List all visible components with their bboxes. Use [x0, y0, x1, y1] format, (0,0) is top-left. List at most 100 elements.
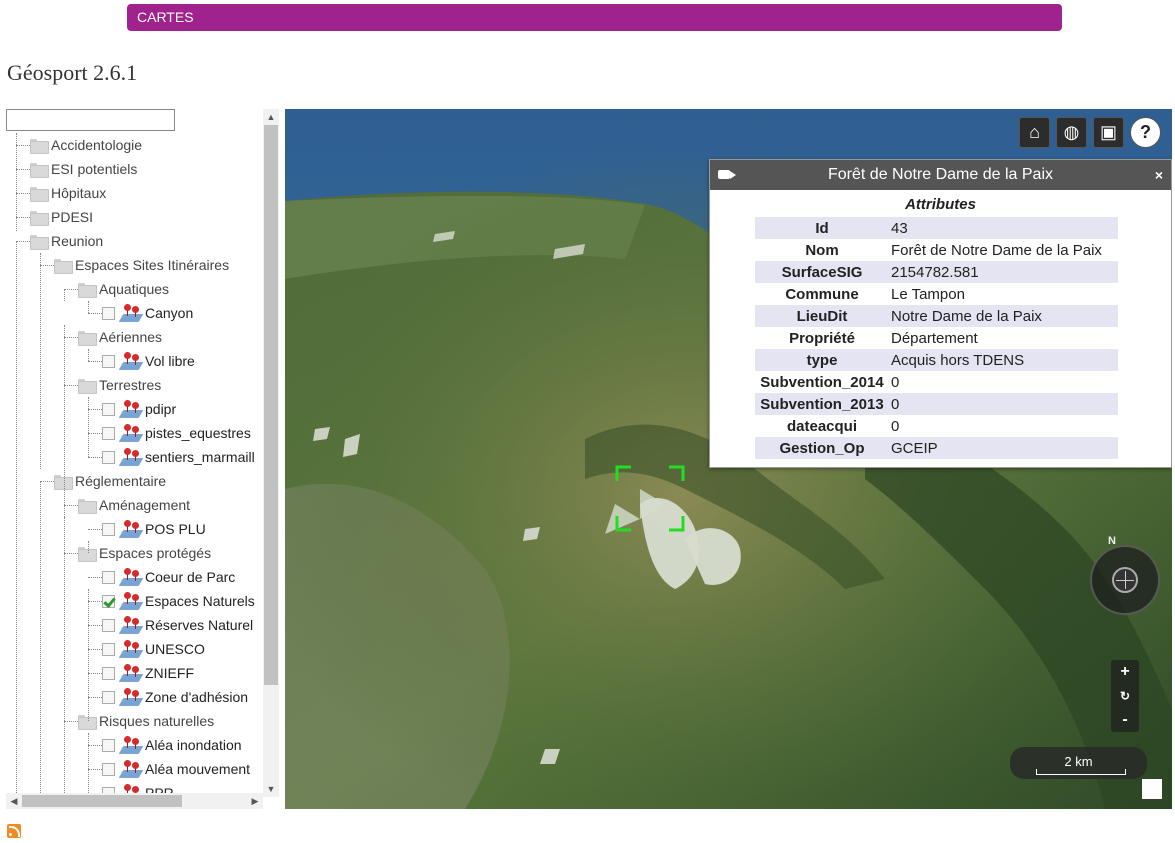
- layer-checkbox[interactable]: [102, 570, 115, 584]
- tree-folder[interactable]: Espaces protégés: [78, 541, 211, 565]
- tree-node-label: Terrestres: [99, 377, 162, 393]
- tree-connector: [16, 169, 30, 170]
- tree-layer[interactable]: Vol libre: [102, 349, 195, 373]
- tree-node-label: Réserves Naturel: [145, 617, 254, 633]
- layer-checkbox[interactable]: [102, 618, 115, 632]
- tree-layer[interactable]: ZNIEFF: [102, 661, 194, 685]
- attribute-row: Subvention_2013 0: [755, 393, 1118, 415]
- attribute-value: Le Tampon: [891, 285, 965, 303]
- globe-icon[interactable]: ◍: [1056, 117, 1087, 148]
- tree-layer[interactable]: pistes_equestres: [102, 421, 251, 445]
- vector-layer-icon: [118, 592, 144, 610]
- scale-label: 2 km: [1064, 754, 1093, 769]
- layer-checkbox[interactable]: [102, 738, 115, 752]
- tree-node-label: pdipr: [145, 401, 177, 417]
- layer-checkbox[interactable]: [102, 690, 115, 704]
- tree-layer[interactable]: Zone d'adhésion: [102, 685, 248, 709]
- tree-folder[interactable]: ESI potentiels: [30, 157, 137, 181]
- layer-checkbox[interactable]: [102, 642, 115, 656]
- tree-folder[interactable]: PDESI: [30, 205, 93, 229]
- scale-bar: 2 km: [1010, 747, 1147, 779]
- layer-checkbox[interactable]: [102, 426, 115, 440]
- page-title: Géosport 2.6.1: [7, 60, 138, 85]
- layer-checkbox[interactable]: [102, 354, 115, 368]
- tree-layer[interactable]: pdipr: [102, 397, 176, 421]
- scroll-thumb-horizontal[interactable]: [22, 795, 182, 807]
- compass-north-label: N: [1108, 535, 1116, 547]
- map-mode-icon[interactable]: ▣: [1093, 117, 1124, 148]
- layer-checkbox[interactable]: [102, 522, 115, 536]
- tree-folder[interactable]: Réglementaire: [54, 469, 166, 493]
- top-nav-bar[interactable]: CARTES: [127, 4, 1062, 31]
- layer-checkbox[interactable]: [102, 762, 115, 776]
- help-icon[interactable]: ?: [1130, 117, 1161, 148]
- scroll-left-icon[interactable]: ◀: [6, 793, 22, 809]
- attribute-value: Forêt de Notre Dame de la Paix: [891, 241, 1102, 259]
- folder-icon: [30, 162, 49, 178]
- tree-folder[interactable]: Aériennes: [78, 325, 162, 349]
- tree-layer[interactable]: POS PLU: [102, 517, 206, 541]
- tree-layer[interactable]: Aléa inondation: [102, 733, 242, 757]
- attribute-key: LieuDit: [755, 305, 889, 327]
- tree-folder[interactable]: Aménagement: [78, 493, 190, 517]
- tree-layer[interactable]: Aléa mouvement: [102, 757, 250, 781]
- nav-cartes-label[interactable]: CARTES: [137, 9, 194, 25]
- tree-layer[interactable]: UNESCO: [102, 637, 205, 661]
- zoom-control: + ↻ -: [1111, 660, 1139, 732]
- tree-folder[interactable]: Risques naturelles: [78, 709, 214, 733]
- layer-checkbox[interactable]: [102, 402, 115, 416]
- tree-folder[interactable]: Reunion: [30, 229, 103, 253]
- navigation-compass[interactable]: N: [1090, 535, 1160, 615]
- tree-guide-line: [16, 133, 17, 231]
- vector-layer-icon: [118, 640, 144, 658]
- scroll-right-icon[interactable]: ▶: [247, 793, 263, 809]
- fullscreen-toggle[interactable]: [1142, 779, 1162, 799]
- tree-folder[interactable]: Accidentologie: [30, 133, 142, 157]
- tree-connector: [64, 505, 78, 506]
- tree-folder[interactable]: Hôpitaux: [30, 181, 106, 205]
- tree-layer[interactable]: Canyon: [102, 301, 193, 325]
- folder-icon: [78, 378, 97, 394]
- tree-node-label: Coeur de Parc: [145, 569, 236, 585]
- tree-connector: [64, 385, 78, 386]
- tree-node-label: POS PLU: [145, 521, 206, 537]
- tree-horizontal-scrollbar[interactable]: ◀ ▶: [6, 793, 263, 809]
- attributes-heading: Attributes: [905, 196, 976, 213]
- zoom-reset-button[interactable]: ↻: [1111, 684, 1139, 708]
- tree-connector: [88, 745, 102, 746]
- map-3d-view[interactable]: ⌂ ◍ ▣ ? Forêt de Notre Dame de la Paix ×…: [285, 109, 1172, 809]
- tree-layer[interactable]: Coeur de Parc: [102, 565, 235, 589]
- tree-guide-line: [64, 289, 65, 301]
- tree-connector: [88, 769, 102, 770]
- layer-checkbox[interactable]: [102, 450, 115, 464]
- layer-checkbox[interactable]: [102, 594, 115, 608]
- tree-folder[interactable]: Terrestres: [78, 373, 161, 397]
- close-icon[interactable]: ×: [1155, 160, 1163, 190]
- scroll-down-icon[interactable]: ▼: [263, 781, 279, 797]
- tree-node-label: Canyon: [145, 305, 194, 321]
- home-icon[interactable]: ⌂: [1019, 117, 1050, 148]
- camera-icon[interactable]: [718, 170, 736, 179]
- tree-layer[interactable]: Réserves Naturel: [102, 613, 253, 637]
- tree-layer[interactable]: sentiers_marmaill: [102, 445, 255, 469]
- tree-connector: [88, 409, 102, 410]
- crosshair-icon[interactable]: [1112, 567, 1138, 593]
- tree-layer[interactable]: Espaces Naturels: [102, 589, 255, 613]
- tree-node-label: Aquatiques: [99, 281, 170, 297]
- attribute-row: Propriété Département: [755, 327, 1118, 349]
- rss-icon[interactable]: [7, 824, 21, 838]
- scroll-up-icon[interactable]: ▲: [263, 109, 279, 125]
- scroll-thumb[interactable]: [264, 125, 278, 685]
- layer-checkbox[interactable]: [102, 306, 115, 320]
- tree-vertical-scrollbar[interactable]: ▲ ▼: [263, 109, 279, 797]
- zoom-out-button[interactable]: -: [1111, 708, 1139, 732]
- folder-icon: [78, 282, 97, 298]
- tree-guide-line: [40, 481, 41, 797]
- tree-search-input[interactable]: [6, 109, 175, 131]
- tree-folder[interactable]: Espaces Sites Itinéraires: [54, 253, 229, 277]
- tree-folder[interactable]: Aquatiques: [78, 277, 169, 301]
- tree-connector: [64, 337, 78, 338]
- zoom-in-button[interactable]: +: [1111, 660, 1139, 684]
- attribute-row: Subvention_2014 0: [755, 371, 1118, 393]
- layer-checkbox[interactable]: [102, 666, 115, 680]
